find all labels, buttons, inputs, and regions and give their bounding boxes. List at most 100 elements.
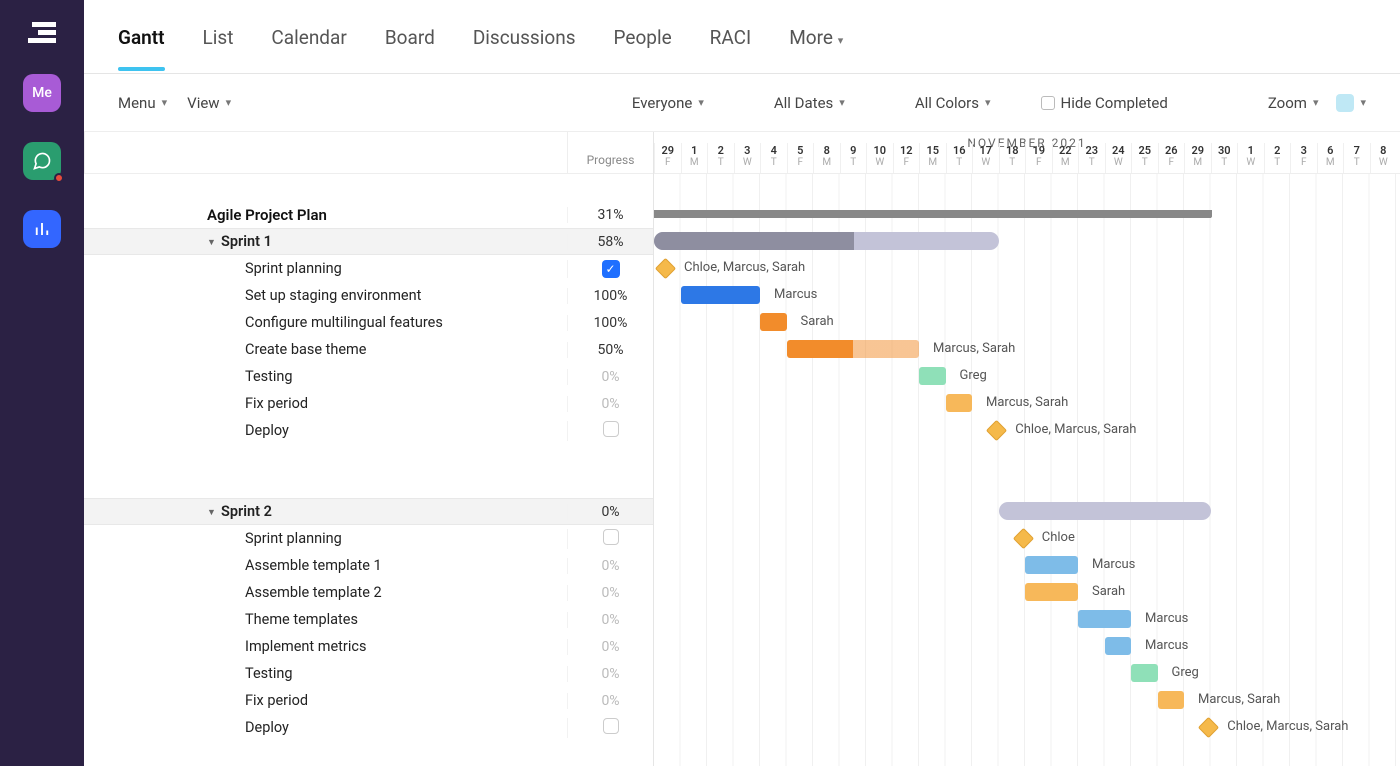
bar-assignees: Marcus, Sarah <box>986 395 1068 410</box>
date-cell: 29M <box>1184 143 1211 173</box>
filter-all-dates[interactable]: All Dates ▾ <box>774 94 845 112</box>
tab-board[interactable]: Board <box>385 4 435 69</box>
milestone-icon[interactable] <box>655 258 676 279</box>
chevron-down-icon: ▾ <box>698 96 704 109</box>
bar-assignees: Chloe, Marcus, Sarah <box>1015 422 1136 437</box>
task-name[interactable]: Sprint planning <box>84 530 567 547</box>
bar-assignees: Chloe, Marcus, Sarah <box>684 260 805 275</box>
sprint-summary-bar[interactable] <box>999 502 1211 520</box>
bar-assignees: Marcus, Sarah <box>933 341 1015 356</box>
task-progress: 0% <box>567 396 653 412</box>
timeline-header: NOVEMBER 2021 29F1M2T3W4T5F8M9T10W12F15M… <box>654 132 1400 174</box>
gantt-bar[interactable] <box>787 340 920 358</box>
bar-assignees: Marcus <box>1145 638 1188 653</box>
check-empty-icon[interactable] <box>603 421 619 437</box>
task-progress: 0% <box>567 369 653 385</box>
task-progress: 100% <box>567 315 653 331</box>
tab-list[interactable]: List <box>203 4 234 69</box>
reports-icon[interactable] <box>23 210 61 248</box>
date-cell: 17W <box>972 143 999 173</box>
task-name[interactable]: Create base theme <box>84 341 567 358</box>
task-name[interactable]: Implement metrics <box>84 638 567 655</box>
chat-icon[interactable] <box>23 142 61 180</box>
gantt-bar[interactable] <box>681 286 761 304</box>
date-cell: 24W <box>1105 143 1132 173</box>
check-complete-icon[interactable]: ✓ <box>602 260 620 278</box>
task-name[interactable]: Theme templates <box>84 611 567 628</box>
bar-assignees: Marcus <box>1092 557 1135 572</box>
tab-more[interactable]: More ▾ <box>789 4 843 69</box>
task-name[interactable]: Assemble template 1 <box>84 557 567 574</box>
gantt-bar[interactable] <box>1025 556 1078 574</box>
gantt-bar[interactable] <box>760 313 787 331</box>
task-name[interactable]: Configure multilingual features <box>84 314 567 331</box>
tab-discussions[interactable]: Discussions <box>473 4 576 69</box>
date-cell: 1W <box>1237 143 1264 173</box>
project-progress: 31% <box>567 207 653 223</box>
task-name[interactable]: Testing <box>84 665 567 682</box>
date-cell: 29F <box>654 143 681 173</box>
check-empty-icon[interactable] <box>603 529 619 545</box>
hide-completed-toggle[interactable]: Hide Completed <box>1041 94 1168 112</box>
milestone-icon[interactable] <box>1013 528 1034 549</box>
task-progress <box>567 421 653 441</box>
task-progress: 0% <box>567 639 653 655</box>
tab-raci[interactable]: RACI <box>710 4 752 69</box>
gantt-body[interactable]: Chloe, Marcus, SarahMarcusSarahMarcus, S… <box>654 174 1400 766</box>
gantt-bar[interactable] <box>1078 610 1131 628</box>
task-name[interactable]: Set up staging environment <box>84 287 567 304</box>
bar-assignees: Marcus <box>1145 611 1188 626</box>
zoom-dropdown[interactable]: Zoom ▾ <box>1268 94 1319 112</box>
date-cell: 3W <box>734 143 761 173</box>
sprint-header[interactable]: Sprint 1 <box>84 233 567 250</box>
view-dropdown[interactable]: View ▾ <box>187 94 231 112</box>
task-progress: 0% <box>567 666 653 682</box>
gantt-bar[interactable] <box>1158 691 1185 709</box>
filter-everyone[interactable]: Everyone ▾ <box>632 94 704 112</box>
gantt-bar[interactable] <box>1025 583 1078 601</box>
date-cell: 23T <box>1078 143 1105 173</box>
gantt-bar[interactable] <box>946 394 973 412</box>
date-cell: 3F <box>1290 143 1317 173</box>
chevron-down-icon: ▾ <box>226 96 232 109</box>
bar-assignees: Chloe, Marcus, Sarah <box>1227 719 1348 734</box>
project-title[interactable]: Agile Project Plan <box>84 206 567 224</box>
chevron-down-icon: ▾ <box>985 96 991 109</box>
task-name[interactable]: Fix period <box>84 692 567 709</box>
task-name[interactable]: Deploy <box>84 719 567 736</box>
color-scheme-dropdown[interactable]: ▾ <box>1336 94 1366 112</box>
date-cell: 18T <box>999 143 1026 173</box>
check-empty-icon[interactable] <box>603 718 619 734</box>
filter-all-colors[interactable]: All Colors ▾ <box>915 94 991 112</box>
task-name[interactable]: Fix period <box>84 395 567 412</box>
task-progress: 0% <box>567 558 653 574</box>
date-cell: 7T <box>1343 143 1370 173</box>
project-summary-bar[interactable] <box>654 210 1211 218</box>
gantt-panel: NOVEMBER 2021 29F1M2T3W4T5F8M9T10W12F15M… <box>654 132 1400 766</box>
menu-dropdown[interactable]: Menu ▾ <box>118 94 167 112</box>
task-name[interactable]: Assemble template 2 <box>84 584 567 601</box>
gantt-bar[interactable] <box>919 367 946 385</box>
tab-calendar[interactable]: Calendar <box>271 4 346 69</box>
date-cell: 25T <box>1131 143 1158 173</box>
date-cell: 26F <box>1158 143 1185 173</box>
sidebar: Me <box>0 0 84 766</box>
task-name[interactable]: Deploy <box>84 422 567 439</box>
milestone-icon[interactable] <box>986 420 1007 441</box>
date-cell: 16T <box>946 143 973 173</box>
gantt-bar[interactable] <box>1105 637 1132 655</box>
date-cell: 30T <box>1211 143 1238 173</box>
task-name[interactable]: Sprint planning <box>84 260 567 277</box>
sprint-summary-bar[interactable] <box>654 232 999 250</box>
milestone-icon[interactable] <box>1198 717 1219 738</box>
avatar[interactable]: Me <box>23 74 61 112</box>
bar-assignees: Greg <box>1172 665 1199 680</box>
progress-column-header: Progress <box>567 132 653 173</box>
gantt-bar[interactable] <box>1131 664 1158 682</box>
tab-gantt[interactable]: Gantt <box>118 4 165 69</box>
task-name[interactable]: Testing <box>84 368 567 385</box>
sprint-progress: 58% <box>567 234 653 250</box>
sprint-header[interactable]: Sprint 2 <box>84 503 567 520</box>
sprint-progress: 0% <box>567 504 653 520</box>
tab-people[interactable]: People <box>614 4 672 69</box>
